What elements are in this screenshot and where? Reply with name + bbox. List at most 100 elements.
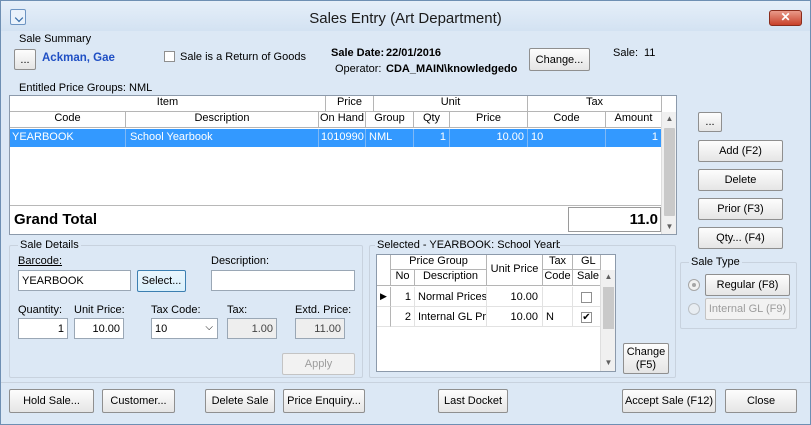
accept-sale-button[interactable]: Accept Sale (F12) [622, 389, 716, 413]
add-button[interactable]: Add (F2) [698, 140, 783, 162]
tax-value: 1.00 [227, 318, 277, 339]
sale-summary-label: Sale Summary [19, 33, 92, 45]
close-button[interactable]: Close [725, 389, 797, 413]
tax-code-select[interactable]: 10 ⌵ [151, 318, 218, 339]
scroll-up-icon[interactable]: ▲ [601, 272, 615, 281]
customer-button[interactable]: Customer... [102, 389, 175, 413]
row-header-corner [377, 255, 391, 286]
customer-lookup-button[interactable]: ... [14, 49, 36, 70]
col-tax-code[interactable]: Code [528, 112, 606, 128]
price-group-header: Price Group [391, 255, 487, 270]
last-docket-button[interactable]: Last Docket [438, 389, 508, 413]
quantity-input[interactable]: 1 [18, 318, 68, 339]
cell-price-group: NML [366, 129, 414, 147]
scroll-up-icon[interactable]: ▲ [662, 114, 676, 123]
change-label: Change [626, 345, 666, 358]
window-close-button[interactable]: ✕ [769, 10, 802, 26]
cell-amount: 1 [606, 129, 662, 147]
scroll-down-icon[interactable]: ▼ [601, 358, 615, 367]
cell-pg-tax-code: N [543, 307, 573, 327]
col-pg-tax-top: Tax [543, 255, 573, 270]
cell-code: YEARBOOK [10, 129, 126, 147]
col-qty[interactable]: Qty [414, 112, 450, 128]
item-group-header: Item [10, 96, 326, 112]
select-button[interactable]: Select... [137, 270, 186, 292]
price-groups-scrollbar[interactable]: ▲ ▼ [600, 270, 615, 371]
unit-price-input[interactable]: 10.00 [74, 318, 124, 339]
cell-price: 10.00 [450, 129, 528, 147]
grand-total-row [10, 205, 661, 234]
chevron-down-icon[interactable]: ⌵ [205, 322, 213, 333]
description-input[interactable] [211, 270, 355, 291]
more-options-button[interactable]: ... [698, 112, 722, 132]
delete-button[interactable]: Delete [698, 169, 783, 191]
tax-group-header: Tax [528, 96, 662, 112]
return-goods-label: Sale is a Return of Goods [180, 51, 306, 63]
sale-date-label: Sale Date: [331, 47, 385, 59]
sales-entry-window: Sales Entry (Art Department) ✕ Sale Summ… [0, 0, 811, 425]
price-group-header-top: Price [326, 96, 374, 112]
tax-code-value: 10 [155, 322, 168, 335]
scroll-thumb[interactable] [603, 287, 614, 329]
cell-pg-gl: ✔ [573, 307, 601, 327]
cell-on-hand: 1010990 [319, 129, 366, 147]
window-title: Sales Entry (Art Department) [309, 10, 502, 27]
col-pg-tax-code[interactable]: Code [543, 270, 573, 286]
barcode-label: Barcode: [18, 255, 63, 267]
col-no[interactable]: No [391, 270, 415, 286]
apply-button[interactable]: Apply [282, 353, 355, 375]
scroll-thumb[interactable] [664, 128, 675, 216]
cell-pg-gl [573, 287, 601, 307]
extd-price-label: Extd. Price: [295, 304, 352, 316]
col-code[interactable]: Code [10, 112, 126, 128]
items-vertical-scrollbar[interactable]: ▲ ▼ [661, 112, 676, 234]
description-label: Description: [211, 255, 270, 267]
price-enquiry-button[interactable]: Price Enquiry... [283, 389, 365, 413]
return-goods-checkbox[interactable] [164, 51, 175, 62]
extd-price-value: 11.00 [295, 318, 345, 339]
barcode-input[interactable]: YEARBOOK [18, 270, 131, 291]
operator-label: Operator: [335, 63, 382, 75]
title-bar: Sales Entry (Art Department) ✕ [1, 1, 810, 31]
regular-button[interactable]: Regular (F8) [705, 274, 790, 296]
scroll-down-icon[interactable]: ▼ [662, 222, 676, 231]
customer-name[interactable]: Ackman, Gae [42, 52, 115, 64]
cell-pg-description: Normal Prices [415, 287, 487, 307]
change-shortcut: (F5) [635, 358, 657, 371]
col-price-group[interactable]: Group [366, 112, 414, 128]
current-row-icon: ▶ [377, 287, 391, 307]
unit-price-label: Unit Price: [74, 304, 125, 316]
cell-pg-description: Internal GL Pr [415, 307, 487, 327]
gl-sale-checkbox[interactable] [581, 292, 592, 303]
cell-tax-code: 10 [528, 129, 606, 147]
regular-radio[interactable] [688, 279, 700, 291]
col-gl-sale[interactable]: Sale [573, 270, 601, 286]
internal-gl-button[interactable]: Internal GL (F9) [705, 298, 790, 320]
gl-sale-checkbox[interactable]: ✔ [581, 312, 592, 323]
row-header [377, 307, 391, 327]
hold-sale-button[interactable]: Hold Sale... [9, 389, 94, 413]
sale-type-label: Sale Type [689, 256, 742, 268]
col-price[interactable]: Price [450, 112, 528, 128]
col-description[interactable]: Description [126, 112, 319, 128]
delete-sale-button[interactable]: Delete Sale [205, 389, 275, 413]
selected-label: Selected - YEARBOOK: School Yearbo [375, 239, 560, 251]
grand-total-value: 11.0 [568, 207, 661, 232]
col-amount[interactable]: Amount [606, 112, 662, 128]
items-grid[interactable]: Item Price Unit Tax Code Description On … [9, 95, 677, 235]
price-groups-grid[interactable]: Price Group No Description Unit Price Ta… [376, 254, 616, 372]
col-on-hand[interactable]: On Hand [319, 112, 366, 128]
change-operator-button[interactable]: Change... [529, 48, 590, 71]
cell-qty: 1 [414, 129, 450, 147]
cell-pg-unit-price: 10.00 [487, 287, 543, 307]
cell-description: School Yearbook [126, 129, 319, 147]
qty-button[interactable]: Qty... (F4) [698, 227, 783, 249]
change-price-group-button[interactable]: Change (F5) [623, 343, 669, 374]
tax-label: Tax: [227, 304, 248, 316]
entitled-price-groups: Entitled Price Groups: NML [19, 82, 153, 94]
col-pg-description[interactable]: Description [415, 270, 487, 286]
col-gl-top: GL [573, 255, 601, 270]
internal-gl-radio[interactable] [688, 303, 700, 315]
prior-button[interactable]: Prior (F3) [698, 198, 783, 220]
col-unit-price[interactable]: Unit Price [487, 255, 543, 286]
